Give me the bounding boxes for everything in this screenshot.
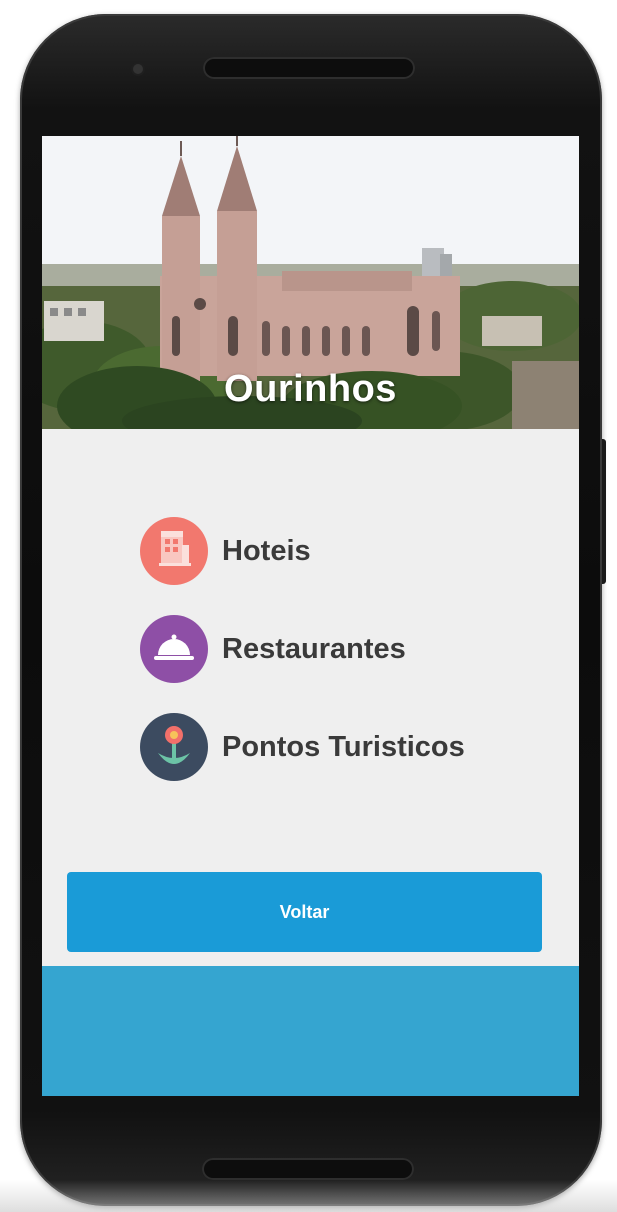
hotel-icon	[140, 517, 208, 585]
bottom-speaker	[202, 1158, 414, 1180]
flower-icon	[140, 713, 208, 781]
menu-label-pontos-turisticos: Pontos Turisticos	[222, 730, 465, 763]
menu-label-restaurantes: Restaurantes	[222, 632, 406, 665]
header-hero-image: Ourinhos	[42, 136, 579, 429]
menu-item-restaurantes[interactable]: Restaurantes	[140, 614, 406, 684]
back-button[interactable]: Voltar	[67, 872, 542, 952]
footer-band	[42, 966, 579, 1096]
menu-label-hoteis: Hoteis	[222, 534, 311, 567]
page-title: Ourinhos	[224, 368, 397, 410]
menu-item-hoteis[interactable]: Hoteis	[140, 516, 311, 586]
earpiece-speaker	[203, 57, 415, 79]
side-button	[602, 439, 606, 584]
bottom-shadow	[0, 1180, 617, 1212]
cloche-icon	[140, 615, 208, 683]
front-camera	[133, 64, 143, 74]
app-screen: Ourinhos Hoteis Restaurantes Pontos Turi…	[42, 136, 579, 1096]
menu-item-pontos-turisticos[interactable]: Pontos Turisticos	[140, 712, 465, 782]
